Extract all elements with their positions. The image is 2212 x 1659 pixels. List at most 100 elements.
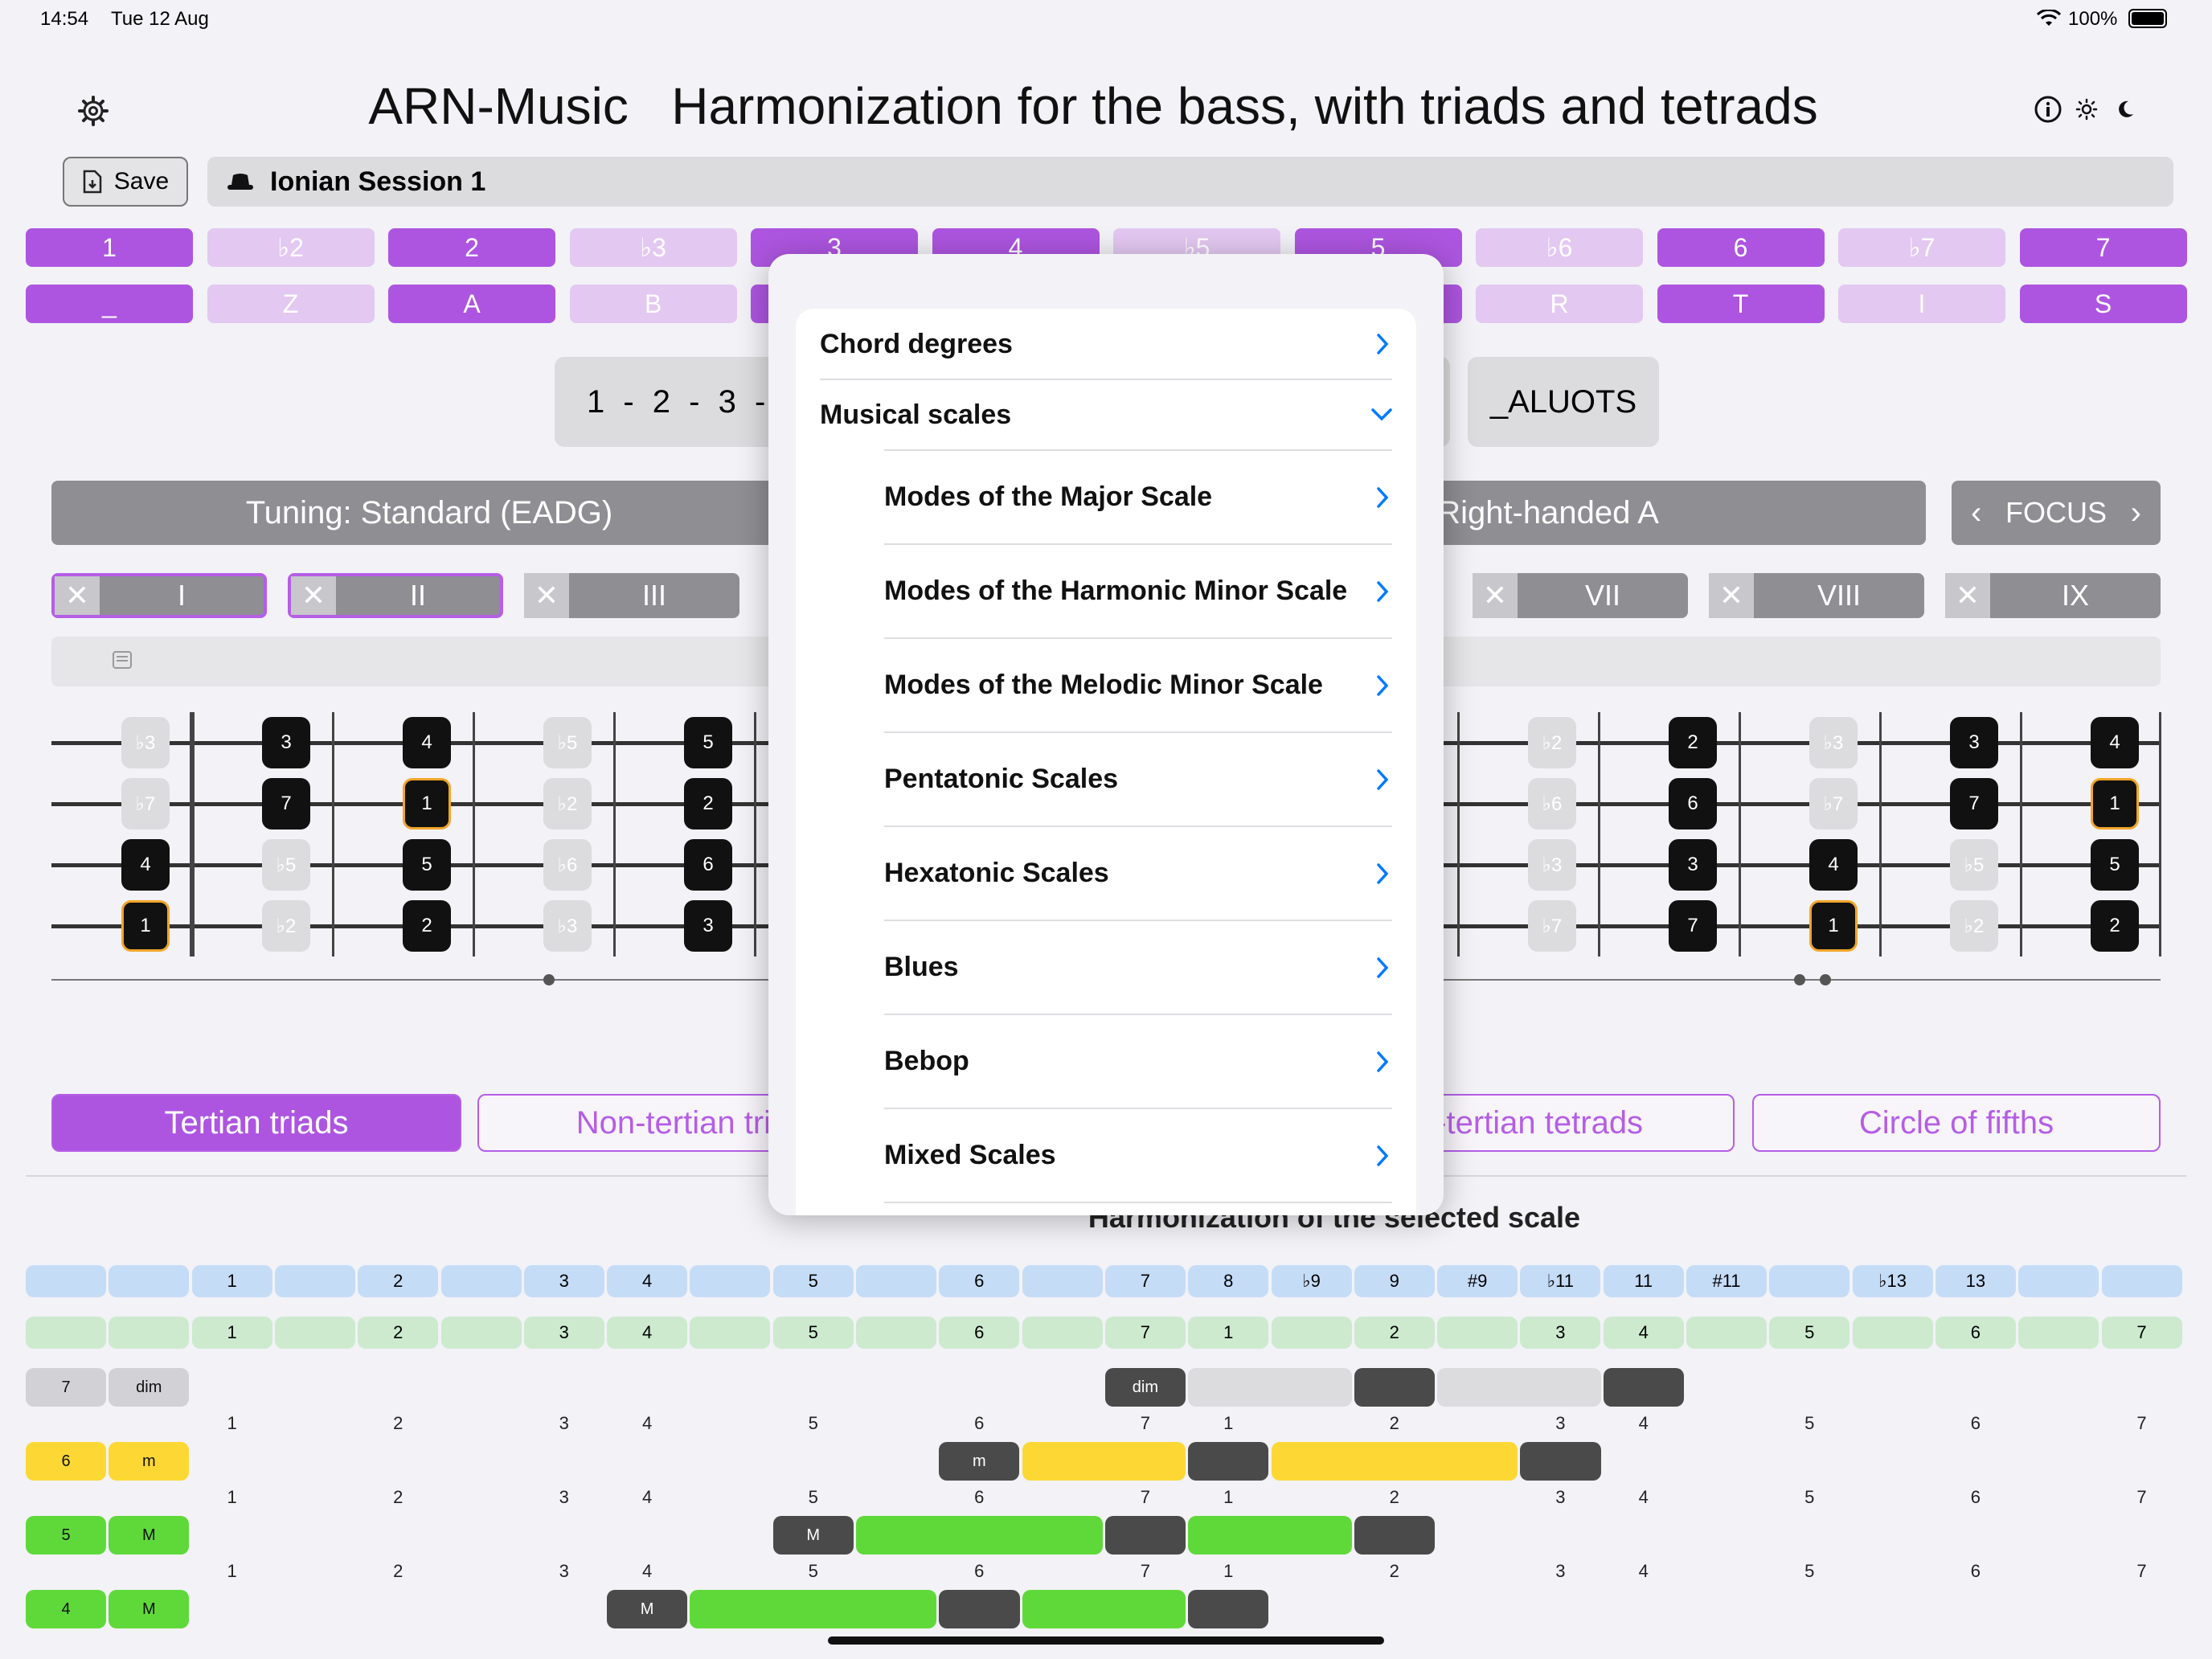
fret-note[interactable]: ♭2 bbox=[262, 900, 310, 952]
fret-note[interactable]: 2 bbox=[2091, 900, 2139, 952]
degree-button[interactable]: 6 bbox=[1657, 228, 1825, 267]
chord-root-bar[interactable]: dim bbox=[1104, 1368, 1186, 1407]
menu-item-8[interactable]: Blues bbox=[796, 920, 1416, 1014]
degree-button[interactable]: ♭2 bbox=[207, 228, 375, 267]
menu-item-3[interactable]: Modes of the Major Scale bbox=[796, 450, 1416, 544]
fret-note[interactable]: ♭7 bbox=[121, 778, 170, 830]
fret-note[interactable]: ♭7 bbox=[1528, 900, 1576, 952]
degree-key-button[interactable]: Z bbox=[207, 285, 375, 323]
tab-1[interactable]: Tertian triads bbox=[51, 1094, 461, 1152]
chord-root-bar[interactable]: M bbox=[607, 1590, 688, 1628]
chord-quality-badge[interactable]: dim bbox=[109, 1368, 190, 1407]
fret-note[interactable]: 3 bbox=[684, 900, 732, 952]
fret-note[interactable]: 3 bbox=[262, 717, 310, 768]
chord-degree-badge[interactable]: 7 bbox=[26, 1368, 106, 1407]
fret-note[interactable]: 2 bbox=[684, 778, 732, 830]
position-3[interactable]: ✕ III bbox=[524, 573, 739, 618]
notes-icon[interactable] bbox=[113, 651, 132, 669]
chord-degree-badge[interactable]: 5 bbox=[26, 1516, 106, 1555]
info-icon[interactable] bbox=[2034, 95, 2062, 124]
gear-icon[interactable] bbox=[77, 95, 109, 127]
position-5[interactable]: ✕ VIII bbox=[1709, 573, 1924, 618]
moon-icon[interactable] bbox=[2114, 98, 2136, 121]
degree-button[interactable]: ♭3 bbox=[569, 228, 737, 267]
position-1[interactable]: ✕ I bbox=[51, 573, 267, 618]
fret-note[interactable]: 1 bbox=[403, 778, 451, 830]
chord-degree-badge[interactable]: 4 bbox=[26, 1590, 106, 1628]
degree-button[interactable]: 2 bbox=[388, 228, 555, 267]
chord-quality-badge[interactable]: M bbox=[109, 1516, 190, 1555]
focus-control[interactable]: ‹ FOCUS › bbox=[1952, 481, 2161, 545]
chevron-right-icon[interactable]: › bbox=[2131, 495, 2141, 531]
close-icon[interactable]: ✕ bbox=[291, 576, 336, 615]
fret-note[interactable]: ♭6 bbox=[1528, 778, 1576, 830]
fret-note[interactable]: 6 bbox=[684, 839, 732, 891]
fret-note[interactable]: ♭3 bbox=[121, 717, 170, 768]
fret-note[interactable]: 7 bbox=[262, 778, 310, 830]
menu-item-10[interactable]: Mixed Scales bbox=[796, 1108, 1416, 1202]
close-icon[interactable]: ✕ bbox=[1473, 573, 1518, 618]
chord-degree-badge[interactable]: 6 bbox=[26, 1442, 106, 1481]
close-icon[interactable]: ✕ bbox=[1945, 573, 1990, 618]
fret-note[interactable]: 4 bbox=[2091, 717, 2139, 768]
degree-button[interactable]: ♭6 bbox=[1476, 228, 1643, 267]
fret-note[interactable]: ♭2 bbox=[543, 778, 592, 830]
fret-note[interactable]: ♭2 bbox=[1528, 717, 1576, 768]
save-button[interactable]: Save bbox=[63, 157, 188, 207]
degree-key-button[interactable]: A bbox=[388, 285, 555, 323]
chord-root-bar[interactable]: M bbox=[772, 1516, 854, 1555]
degree-button[interactable]: 7 bbox=[2019, 228, 2187, 267]
close-icon[interactable]: ✕ bbox=[1709, 573, 1754, 618]
fret-note[interactable]: ♭7 bbox=[1809, 778, 1858, 830]
fret-note[interactable]: 6 bbox=[1669, 778, 1717, 830]
degree-key-button[interactable]: R bbox=[1476, 285, 1643, 323]
fret-note[interactable]: 4 bbox=[403, 717, 451, 768]
fret-note[interactable]: ♭3 bbox=[1809, 717, 1858, 768]
menu-item-6[interactable]: Pentatonic Scales bbox=[796, 732, 1416, 826]
fret-note[interactable]: 1 bbox=[121, 900, 170, 952]
chord-quality-badge[interactable]: M bbox=[109, 1590, 190, 1628]
menu-item-4[interactable]: Modes of the Harmonic Minor Scale bbox=[796, 544, 1416, 638]
position-4[interactable]: ✕ VII bbox=[1473, 573, 1688, 618]
degree-key-button[interactable]: S bbox=[2019, 285, 2187, 323]
menu-item-5[interactable]: Modes of the Melodic Minor Scale bbox=[796, 638, 1416, 732]
degree-key-button[interactable]: I bbox=[1838, 285, 2005, 323]
fret-note[interactable]: 5 bbox=[2091, 839, 2139, 891]
fret-note[interactable]: 4 bbox=[1809, 839, 1858, 891]
fret-note[interactable]: 5 bbox=[403, 839, 451, 891]
fret-note[interactable]: ♭3 bbox=[1528, 839, 1576, 891]
menu-item-9[interactable]: Bebop bbox=[796, 1014, 1416, 1108]
degree-key-button[interactable]: T bbox=[1657, 285, 1825, 323]
fret-note[interactable]: ♭3 bbox=[543, 900, 592, 952]
degree-key-button[interactable]: B bbox=[569, 285, 737, 323]
fret-note[interactable]: 7 bbox=[1669, 900, 1717, 952]
fret-note[interactable]: 2 bbox=[403, 900, 451, 952]
chord-quality-badge[interactable]: m bbox=[109, 1442, 190, 1481]
degree-button[interactable]: 1 bbox=[26, 228, 193, 267]
fret-note[interactable]: ♭5 bbox=[543, 717, 592, 768]
chord-root-bar[interactable]: m bbox=[939, 1442, 1020, 1481]
chevron-left-icon[interactable]: ‹ bbox=[1971, 495, 1981, 531]
menu-item-2[interactable]: Musical scales bbox=[796, 379, 1416, 450]
fret-note[interactable]: ♭6 bbox=[543, 839, 592, 891]
fret-note[interactable]: ♭5 bbox=[262, 839, 310, 891]
fret-note[interactable]: 1 bbox=[1809, 900, 1858, 952]
fret-note[interactable]: ♭5 bbox=[1950, 839, 1998, 891]
close-icon[interactable]: ✕ bbox=[55, 576, 100, 615]
session-selector[interactable]: Ionian Session 1 bbox=[207, 157, 2173, 207]
fret-note[interactable]: 2 bbox=[1669, 717, 1717, 768]
fret-note[interactable]: 5 bbox=[684, 717, 732, 768]
menu-item-1[interactable]: Chord degrees bbox=[796, 309, 1416, 379]
sun-icon[interactable] bbox=[2075, 98, 2098, 121]
fret-note[interactable]: 7 bbox=[1950, 778, 1998, 830]
fret-note[interactable]: 1 bbox=[2091, 778, 2139, 830]
fret-note[interactable]: 4 bbox=[121, 839, 170, 891]
fret-note[interactable]: 3 bbox=[1669, 839, 1717, 891]
position-2[interactable]: ✕ II bbox=[288, 573, 503, 618]
fret-note[interactable]: ♭2 bbox=[1950, 900, 1998, 952]
position-6[interactable]: ✕ IX bbox=[1945, 573, 2161, 618]
close-icon[interactable]: ✕ bbox=[524, 573, 569, 618]
menu-item-7[interactable]: Hexatonic Scales bbox=[796, 826, 1416, 920]
tab-4[interactable]: Circle of fifths bbox=[1752, 1094, 2161, 1152]
degree-key-button[interactable]: _ bbox=[26, 285, 193, 323]
